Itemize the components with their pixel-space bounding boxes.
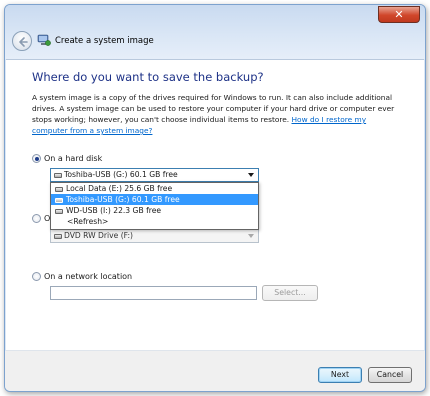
cancel-button[interactable]: Cancel <box>368 367 412 383</box>
dropdown-item-toshiba-usb[interactable]: Toshiba-USB (G:) 60.1 GB free <box>51 194 258 205</box>
dvd-drive-icon <box>54 233 62 239</box>
dvd-radio[interactable] <box>32 214 41 223</box>
back-button[interactable] <box>12 31 32 51</box>
drive-icon <box>55 186 63 192</box>
dropdown-item-local-data[interactable]: Local Data (E:) 25.6 GB free <box>51 183 258 194</box>
drive-icon <box>54 172 62 178</box>
hard-disk-dropdown-list: Local Data (E:) 25.6 GB free Toshiba-USB… <box>50 182 259 230</box>
backup-app-icon <box>37 34 51 46</box>
title-bar: ✕ Create a system image <box>5 5 425 59</box>
dialog-window: ✕ Create a system image Where do you wan… <box>4 4 426 392</box>
next-button[interactable]: Next <box>318 367 362 383</box>
dropdown-item-label: <Refresh> <box>67 217 109 226</box>
content-area: Where do you want to save the backup? A … <box>6 59 424 351</box>
dropdown-item-label: WD-USB (I:) 22.3 GB free <box>66 206 162 215</box>
back-arrow-icon <box>19 37 28 47</box>
hard-disk-select[interactable]: Toshiba-USB (G:) 60.1 GB free <box>50 168 259 182</box>
network-location-input[interactable] <box>50 286 257 300</box>
button-bar: Next Cancel <box>5 351 425 391</box>
drive-icon <box>55 197 63 203</box>
window-title: Create a system image <box>55 36 154 46</box>
page-heading: Where do you want to save the backup? <box>32 70 264 84</box>
chevron-down-icon <box>248 234 254 238</box>
close-icon: ✕ <box>394 8 404 21</box>
hard-disk-selected-value: Toshiba-USB (G:) 60.1 GB free <box>64 170 178 179</box>
dropdown-item-label: Local Data (E:) 25.6 GB free <box>66 184 173 193</box>
dropdown-item-refresh[interactable]: <Refresh> <box>51 216 258 227</box>
close-button[interactable]: ✕ <box>378 6 420 23</box>
network-label[interactable]: On a network location <box>44 272 132 281</box>
dvd-select[interactable]: DVD RW Drive (F:) <box>50 229 259 243</box>
description-text: A system image is a copy of the drives r… <box>32 92 400 136</box>
hard-disk-radio[interactable] <box>32 154 41 163</box>
dropdown-item-label: Toshiba-USB (G:) 60.1 GB free <box>66 195 180 204</box>
dvd-selected-value: DVD RW Drive (F:) <box>64 231 133 240</box>
drive-icon <box>55 208 63 214</box>
select-network-button[interactable]: Select... <box>262 285 318 301</box>
hard-disk-label[interactable]: On a hard disk <box>44 154 102 163</box>
dropdown-item-wd-usb[interactable]: WD-USB (I:) 22.3 GB free <box>51 205 258 216</box>
chevron-down-icon <box>248 173 254 177</box>
network-radio[interactable] <box>32 272 41 281</box>
